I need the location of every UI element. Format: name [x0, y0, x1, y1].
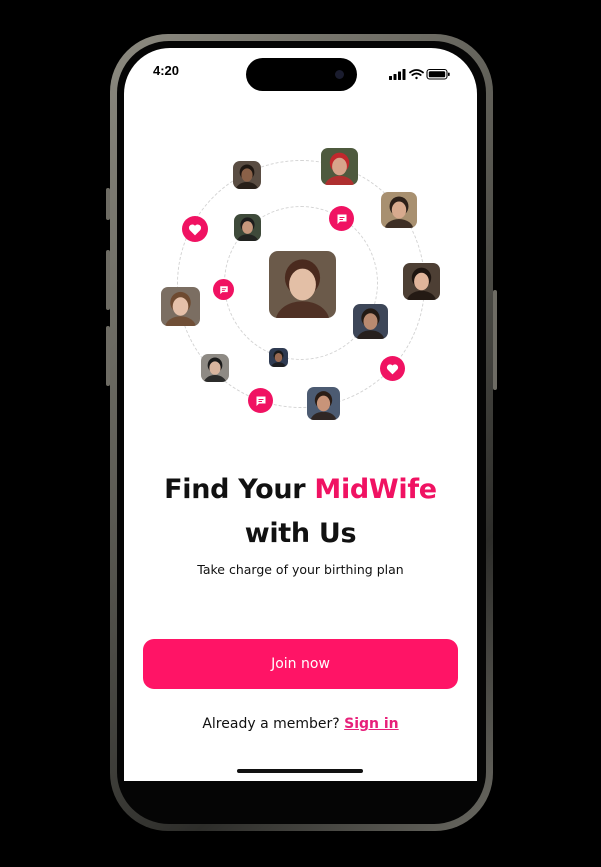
power-button — [493, 290, 497, 390]
join-now-button[interactable]: Join now — [143, 639, 458, 689]
home-indicator[interactable] — [237, 769, 363, 773]
avatar-top-left — [233, 161, 261, 189]
avatar-inner-right — [353, 304, 388, 339]
avatar-top-right — [381, 192, 417, 228]
portrait-image — [269, 348, 288, 367]
heart-badge — [380, 356, 405, 381]
portrait-image — [321, 148, 358, 185]
message-icon — [256, 396, 265, 406]
avatar-left — [161, 287, 200, 326]
portrait-image — [269, 251, 336, 318]
message-badge — [213, 279, 234, 300]
heart-badge — [182, 216, 208, 242]
avatar-right — [403, 263, 440, 300]
signin-row: Already a member? Sign in — [124, 716, 477, 732]
portrait-image — [233, 161, 261, 189]
title-part1: Find Your — [164, 474, 315, 505]
portrait-image — [234, 214, 261, 241]
page-title: Find Your MidWife with Us — [124, 468, 477, 556]
volume-up-button — [106, 250, 110, 310]
avatar-bottom-left — [201, 354, 229, 382]
message-badge — [329, 206, 354, 231]
title-accent: MidWife — [314, 474, 437, 505]
avatar-inner-bottom — [269, 348, 288, 367]
message-badge — [248, 388, 273, 413]
portrait-image — [381, 192, 417, 228]
portrait-image — [353, 304, 388, 339]
midwife-orbit-illustration — [124, 48, 477, 448]
title-part2: with Us — [244, 518, 357, 549]
avatar-center — [269, 251, 336, 318]
heart-icon — [188, 223, 202, 235]
mute-switch — [106, 188, 110, 220]
portrait-image — [161, 287, 200, 326]
message-icon — [337, 214, 346, 224]
app-screen: 4:20 Find Your MidWife with Us Take char… — [124, 48, 477, 781]
page-subtitle: Take charge of your birthing plan — [197, 562, 404, 577]
portrait-image — [307, 387, 340, 420]
member-prompt: Already a member? — [202, 716, 340, 732]
avatar-bottom — [307, 387, 340, 420]
message-icon — [219, 285, 228, 294]
sign-in-link[interactable]: Sign in — [344, 716, 399, 732]
avatar-inner-left — [234, 214, 261, 241]
portrait-image — [403, 263, 440, 300]
heart-icon — [386, 363, 399, 374]
avatar-top — [321, 148, 358, 185]
portrait-image — [201, 354, 229, 382]
volume-down-button — [106, 326, 110, 386]
